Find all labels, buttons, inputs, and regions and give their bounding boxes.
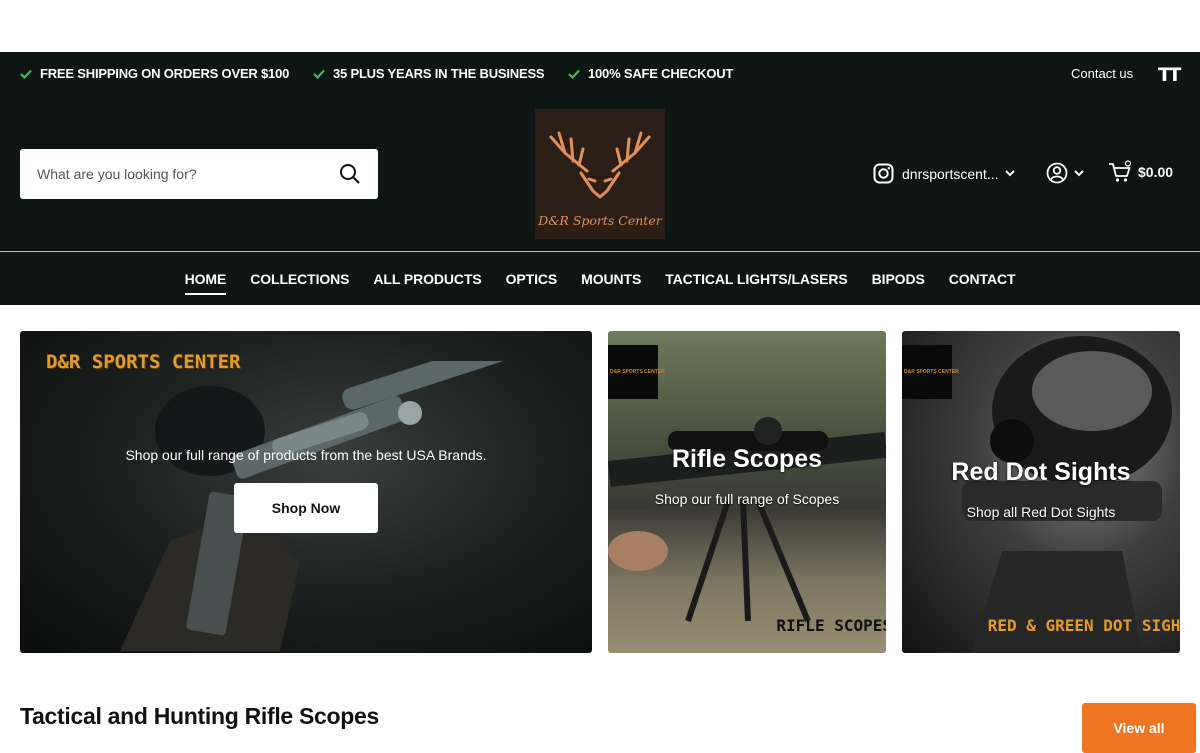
check-icon xyxy=(313,69,325,79)
chevron-down-icon xyxy=(1004,170,1015,177)
rifle-scopes-tile[interactable]: D&R SPORTS CENTER Rifle Scopes Shop our … xyxy=(608,331,886,653)
nav-item-optics[interactable]: OPTICS xyxy=(506,267,558,291)
mini-logo-text: D&R SPORTS CENTER xyxy=(610,369,665,375)
search-icon[interactable] xyxy=(339,163,361,185)
nav-item-contact[interactable]: CONTACT xyxy=(949,267,1016,291)
view-all-button[interactable]: View all xyxy=(1082,703,1196,753)
promo-item-checkout: 100% SAFE CHECKOUT xyxy=(568,66,733,81)
soldier-image xyxy=(962,336,1172,653)
nav-item-all-products[interactable]: ALL PRODUCTS xyxy=(373,267,481,291)
check-icon xyxy=(568,69,580,79)
top-spacer xyxy=(0,0,1200,52)
promo-text: 100% SAFE CHECKOUT xyxy=(588,66,734,81)
site-logo[interactable]: D&R Sports Center xyxy=(535,109,665,239)
promo-text: 35 PLUS YEARS IN THE BUSINESS xyxy=(333,66,545,81)
search-input[interactable] xyxy=(37,163,327,185)
user-icon xyxy=(1046,162,1068,184)
red-dot-footer-text: RED & GREEN DOT SIGHT xyxy=(987,616,1180,635)
red-dot-subtitle: Shop all Red Dot Sights xyxy=(966,504,1116,520)
hero-description: Shop our full range of products from the… xyxy=(125,447,487,463)
hero-banner[interactable]: D&R SPORTS CENTER Shop our full range of… xyxy=(20,331,592,653)
contact-us-link[interactable]: Contact us xyxy=(1071,66,1133,81)
deer-antlers-icon xyxy=(549,131,651,199)
promo-bar: FREE SHIPPING ON ORDERS OVER $100 35 PLU… xyxy=(0,52,1200,96)
mini-logo: D&R SPORTS CENTER xyxy=(608,345,665,399)
cart-icon xyxy=(1109,160,1132,182)
nav-item-bipods[interactable]: BIPODS xyxy=(872,267,925,291)
instagram-account[interactable]: dnrsportscent... xyxy=(873,163,1015,184)
section-title: Tactical and Hunting Rifle Scopes xyxy=(20,703,380,729)
rifle-scopes-title: Rifle Scopes xyxy=(671,445,823,473)
text-size-icon[interactable]: TT xyxy=(1158,64,1181,86)
rifle-scopes-subtitle: Shop our full range of Scopes xyxy=(654,491,840,507)
promo-text: FREE SHIPPING ON ORDERS OVER $100 xyxy=(40,66,290,81)
nav-item-mounts[interactable]: MOUNTS xyxy=(581,267,641,291)
promo-item-years: 35 PLUS YEARS IN THE BUSINESS xyxy=(313,66,545,81)
instagram-handle: dnrsportscent... xyxy=(902,165,999,182)
shop-now-button[interactable]: Shop Now xyxy=(234,483,378,533)
red-dot-title: Red Dot Sights xyxy=(951,458,1131,486)
mini-logo: D&R SPORTS CENTER xyxy=(902,345,959,399)
site-header: FREE SHIPPING ON ORDERS OVER $100 35 PLU… xyxy=(0,52,1200,305)
mini-logo-text: D&R SPORTS CENTER xyxy=(904,369,959,375)
nav-item-home[interactable]: HOME xyxy=(184,267,226,295)
brand-tag: D&R SPORTS CENTER xyxy=(46,351,241,373)
search-bar xyxy=(20,149,378,199)
account-menu[interactable] xyxy=(1046,162,1084,184)
chevron-down-icon xyxy=(1074,169,1084,176)
nav-item-collections[interactable]: COLLECTIONS xyxy=(250,267,349,291)
main-nav: HOME COLLECTIONS ALL PRODUCTS OPTICS MOU… xyxy=(0,252,1200,305)
cart-button[interactable]: $0.00 xyxy=(1108,160,1173,184)
red-dot-sights-tile[interactable]: D&R SPORTS CENTER Red Dot Sights Shop al… xyxy=(902,331,1180,653)
instagram-icon xyxy=(873,163,894,184)
nav-item-tactical-lights-lasers[interactable]: TACTICAL LIGHTS/LASERS xyxy=(665,267,848,291)
rifle-scopes-footer-text: RIFLE SCOPES xyxy=(776,616,886,635)
scope-rifle-image xyxy=(608,417,886,623)
logo-text: D&R Sports Center xyxy=(538,213,662,228)
promo-item-shipping: FREE SHIPPING ON ORDERS OVER $100 xyxy=(20,66,289,81)
check-icon xyxy=(20,69,32,79)
cart-total: $0.00 xyxy=(1138,164,1174,180)
